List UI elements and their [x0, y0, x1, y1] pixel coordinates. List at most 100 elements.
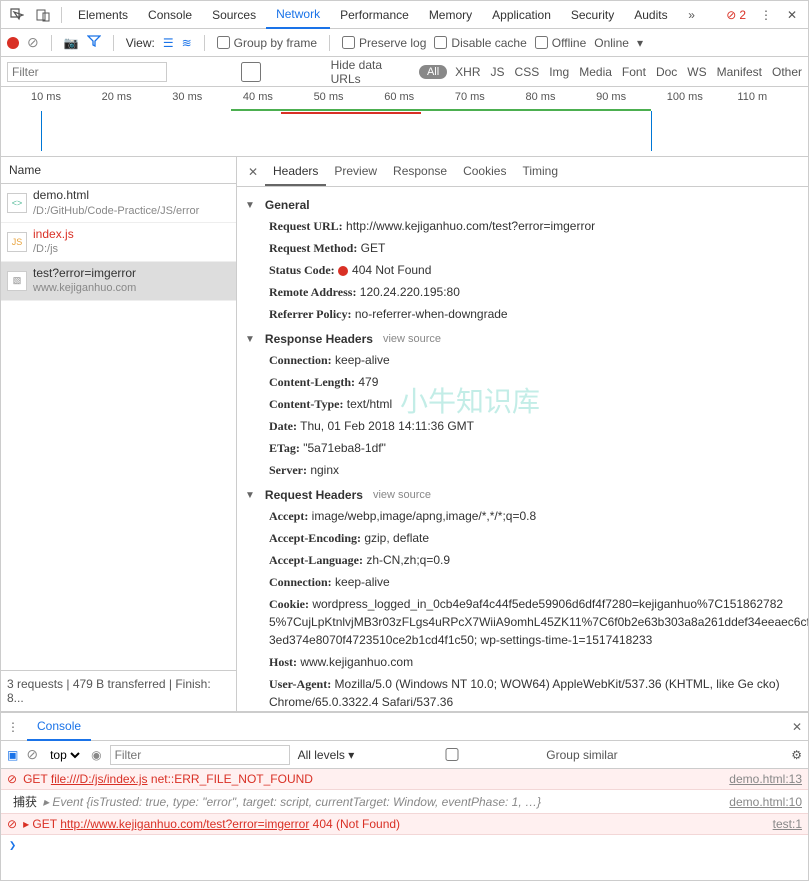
record-icon[interactable] [7, 37, 19, 49]
headers-pane: ▼GeneralRequest URL: http://www.kejiganh… [237, 187, 808, 711]
group-similar-checkbox[interactable]: Group similar [362, 748, 617, 762]
tab-elements[interactable]: Elements [68, 2, 138, 28]
console-row[interactable]: ⊘GET file:///D:/js/index.js net::ERR_FIL… [1, 769, 808, 790]
filter-js[interactable]: JS [491, 65, 505, 79]
timeline-tick: 60 ms [384, 87, 455, 103]
tab-application[interactable]: Application [482, 2, 561, 28]
view-source-link[interactable]: view source [383, 333, 441, 345]
detail-tab-cookies[interactable]: Cookies [455, 158, 514, 186]
detail-tabs: ✕ HeadersPreviewResponseCookiesTiming [237, 157, 808, 187]
filter-xhr[interactable]: XHR [455, 65, 480, 79]
section-header[interactable]: ▼Request Headersview source [245, 485, 800, 505]
header-row: Server: nginx [245, 459, 800, 481]
close-details-icon[interactable]: ✕ [243, 165, 263, 179]
request-row[interactable]: <>demo.html/D:/GitHub/Code-Practice/JS/e… [1, 184, 236, 223]
status-bar: 3 requests | 479 B transferred | Finish:… [1, 670, 236, 711]
hide-data-urls-checkbox[interactable]: Hide data URLs [175, 58, 411, 86]
tab-sources[interactable]: Sources [202, 2, 266, 28]
detail-tab-response[interactable]: Response [385, 158, 455, 186]
waterfall-icon[interactable]: ≋ [182, 36, 192, 50]
header-row: ETag: "5a71eba8-1df" [245, 437, 800, 459]
view-source-link[interactable]: view source [373, 489, 431, 501]
tab-console[interactable]: Console [138, 2, 202, 28]
console-row[interactable]: 捕获 ▸ Event {isTrusted: true, type: "erro… [1, 790, 808, 814]
context-select[interactable]: top [46, 747, 83, 763]
levels-dropdown[interactable]: All levels ▾ [298, 748, 355, 762]
request-list: Name <>demo.html/D:/GitHub/Code-Practice… [1, 157, 237, 711]
console-drawer: ⋮ Console ✕ ▣ ⊘ top ◉ All levels ▾ Group… [1, 712, 808, 855]
throttle-dropdown-icon[interactable]: ▾ [637, 36, 643, 50]
offline-checkbox[interactable]: Offline [535, 36, 586, 50]
filter-css[interactable]: CSS [515, 65, 540, 79]
console-settings-icon[interactable]: ⚙ [791, 748, 802, 762]
timeline-overview[interactable]: 10 ms20 ms30 ms40 ms50 ms60 ms70 ms80 ms… [1, 87, 808, 157]
request-row[interactable]: JSindex.js/D:/js [1, 223, 236, 262]
source-link[interactable]: test:1 [773, 817, 802, 831]
clear-icon[interactable]: ⊘ [27, 34, 39, 51]
tab-audits[interactable]: Audits [624, 2, 677, 28]
divider [61, 7, 62, 23]
error-icon: ⊘ [7, 772, 17, 786]
disable-cache-checkbox[interactable]: Disable cache [434, 36, 526, 50]
header-row: Cookie: wordpress_logged_in_0cb4e9af4c44… [245, 593, 800, 651]
request-details: ✕ HeadersPreviewResponseCookiesTiming ▼G… [237, 157, 808, 711]
request-row[interactable]: ▧test?error=imgerrorwww.kejiganhuo.com [1, 262, 236, 301]
drawer-menu-icon[interactable]: ⋮ [7, 720, 19, 734]
request-path: www.kejiganhuo.com [33, 281, 136, 295]
more-tabs-icon[interactable]: » [680, 3, 704, 27]
detail-tab-headers[interactable]: Headers [265, 158, 326, 186]
filter-media[interactable]: Media [579, 65, 612, 79]
large-rows-icon[interactable]: ☰ [163, 36, 174, 50]
filter-manifest[interactable]: Manifest [717, 65, 762, 79]
filter-all[interactable]: All [419, 65, 447, 79]
filter-ws[interactable]: WS [687, 65, 706, 79]
name-column-header[interactable]: Name [1, 157, 236, 184]
file-icon: ▧ [7, 271, 27, 291]
timeline-tick: 80 ms [525, 87, 596, 103]
tab-memory[interactable]: Memory [419, 2, 482, 28]
timeline-tick: 110 m [737, 87, 808, 103]
group-by-frame-checkbox[interactable]: Group by frame [217, 36, 317, 50]
filter-doc[interactable]: Doc [656, 65, 677, 79]
online-label: Online [594, 36, 629, 50]
source-link[interactable]: demo.html:13 [729, 772, 802, 786]
console-tab[interactable]: Console [27, 713, 91, 741]
source-link[interactable]: demo.html:10 [729, 795, 802, 809]
tab-performance[interactable]: Performance [330, 2, 419, 28]
close-icon[interactable]: ✕ [780, 3, 804, 27]
filter-font[interactable]: Font [622, 65, 646, 79]
status-dot-icon [338, 266, 348, 276]
clear-console-icon[interactable]: ⊘ [26, 746, 38, 763]
detail-tab-timing[interactable]: Timing [514, 158, 566, 186]
devtools-top-toolbar: ElementsConsoleSourcesNetworkPerformance… [1, 1, 808, 29]
header-row: Host: www.kejiganhuo.com [245, 651, 800, 673]
console-prompt[interactable]: ❯ [1, 835, 808, 855]
header-row: Accept: image/webp,image/apng,image/*,*/… [245, 505, 800, 527]
console-row[interactable]: ⊘▸ GET http://www.kejiganhuo.com/test?er… [1, 814, 808, 835]
device-icon[interactable] [31, 3, 55, 27]
filter-img[interactable]: Img [549, 65, 569, 79]
tab-network[interactable]: Network [266, 1, 330, 29]
header-row: Request Method: GET [245, 237, 800, 259]
tab-security[interactable]: Security [561, 2, 624, 28]
filter-toggle-icon[interactable] [87, 35, 101, 50]
filter-other[interactable]: Other [772, 65, 802, 79]
close-drawer-icon[interactable]: ✕ [792, 720, 802, 734]
file-icon: <> [7, 193, 27, 213]
eye-icon[interactable]: ◉ [91, 748, 101, 762]
section-header[interactable]: ▼General [245, 195, 800, 215]
preserve-log-checkbox[interactable]: Preserve log [342, 36, 426, 50]
console-filter-input[interactable] [110, 745, 290, 765]
camera-icon[interactable]: 📷 [64, 36, 79, 50]
header-row: Accept-Language: zh-CN,zh;q=0.9 [245, 549, 800, 571]
panel-tabs: ElementsConsoleSourcesNetworkPerformance… [68, 1, 678, 29]
header-row: Referrer Policy: no-referrer-when-downgr… [245, 303, 800, 325]
sidebar-toggle-icon[interactable]: ▣ [7, 748, 18, 762]
detail-tab-preview[interactable]: Preview [326, 158, 385, 186]
kebab-menu-icon[interactable]: ⋮ [754, 3, 778, 27]
filter-input[interactable] [7, 62, 167, 82]
inspect-icon[interactable] [5, 3, 29, 27]
header-row: Status Code: 404 Not Found [245, 259, 800, 281]
error-count-badge[interactable]: ⊘2 [726, 8, 746, 22]
section-header[interactable]: ▼Response Headersview source [245, 329, 800, 349]
